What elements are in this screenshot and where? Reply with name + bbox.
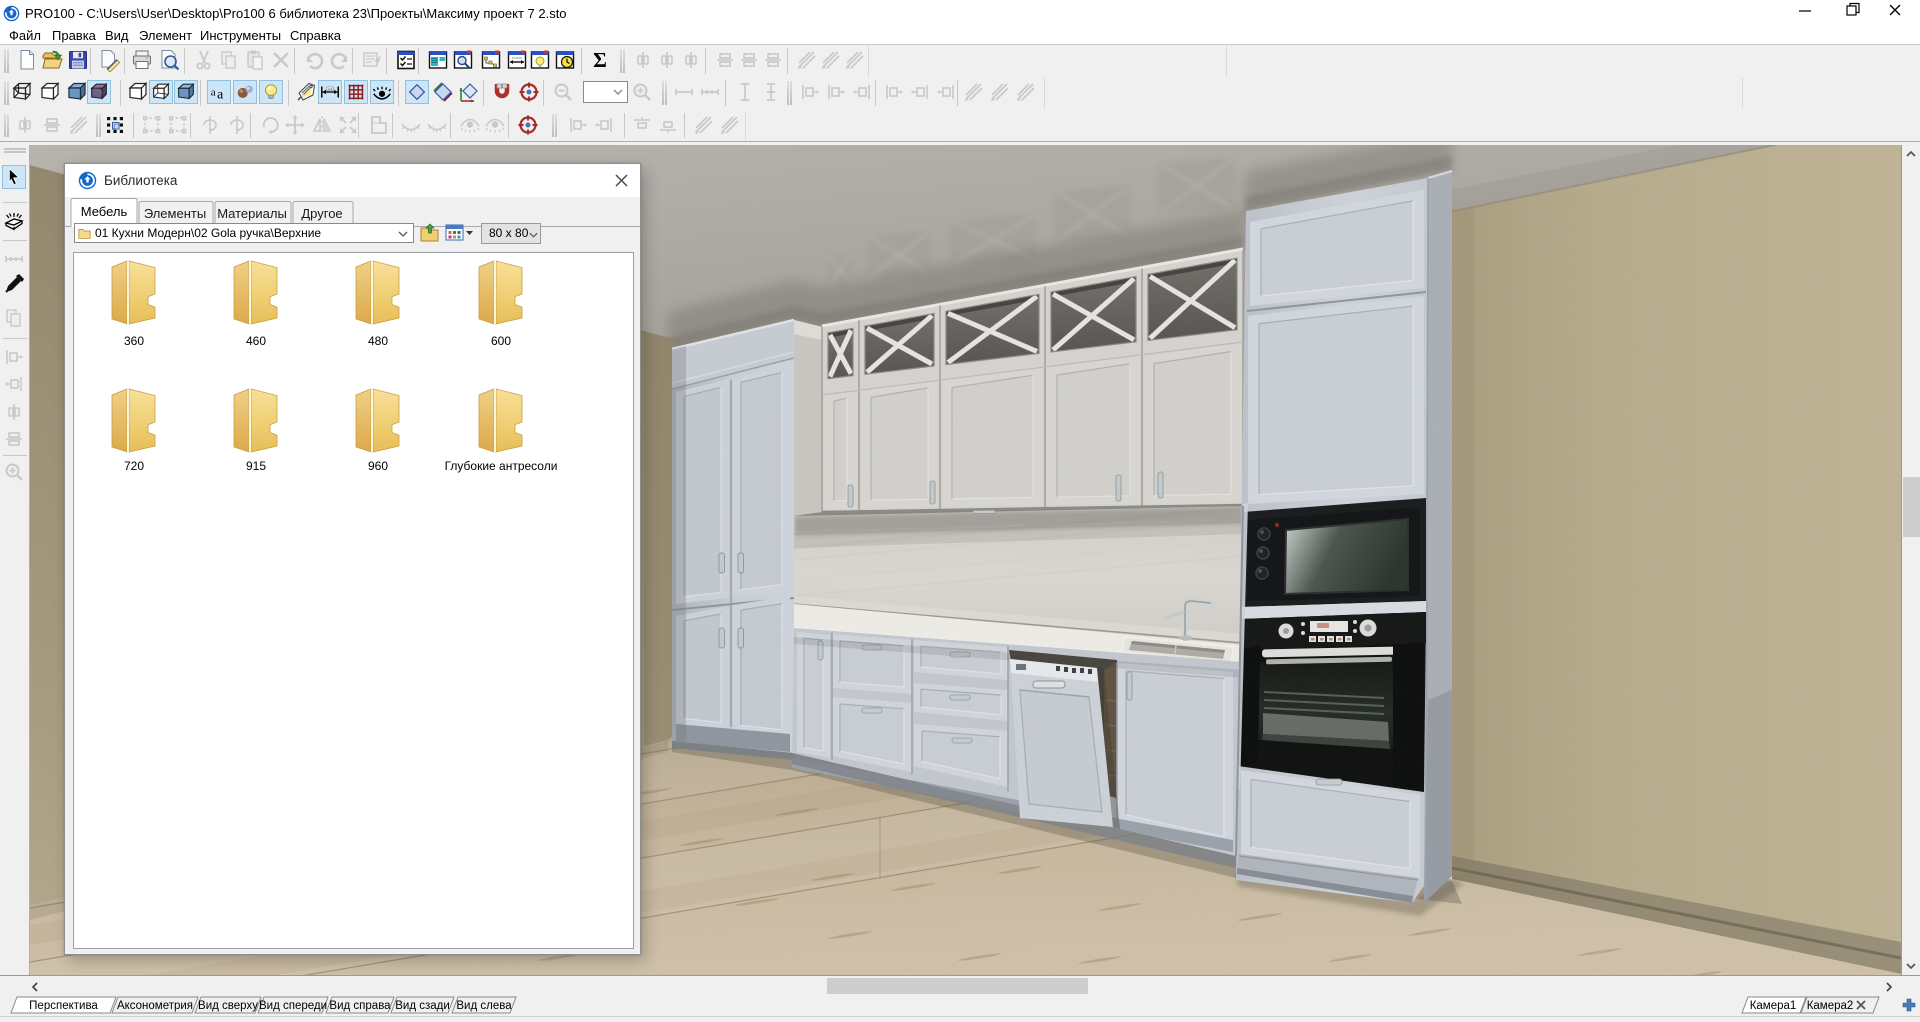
svg-text:a: a	[211, 87, 216, 99]
svg-text:Перспектива: Перспектива	[29, 1000, 98, 1012]
svg-text:Элементы: Элементы	[144, 206, 206, 221]
svg-text:Аксонометрия: Аксонометрия	[117, 1000, 193, 1012]
svg-text:Камера2: Камера2	[1807, 1000, 1854, 1012]
svg-text:Вид сверху: Вид сверху	[198, 1000, 258, 1012]
svg-text:Вид справа: Вид справа	[329, 1000, 391, 1012]
svg-text:Вид слева: Вид слева	[456, 1000, 512, 1012]
svg-text:Мебель: Мебель	[81, 204, 128, 219]
svg-text:a: a	[217, 86, 223, 101]
svg-text:123: 123	[328, 87, 333, 91]
svg-text:Вид спереди: Вид спереди	[259, 1000, 327, 1012]
svg-text:Материалы: Материалы	[217, 206, 287, 221]
svg-text:Вид сзади: Вид сзади	[395, 1000, 450, 1012]
svg-text:Σ: Σ	[593, 48, 607, 72]
svg-text:Камера1: Камера1	[1750, 1000, 1797, 1012]
svg-text:Другое: Другое	[301, 206, 342, 221]
